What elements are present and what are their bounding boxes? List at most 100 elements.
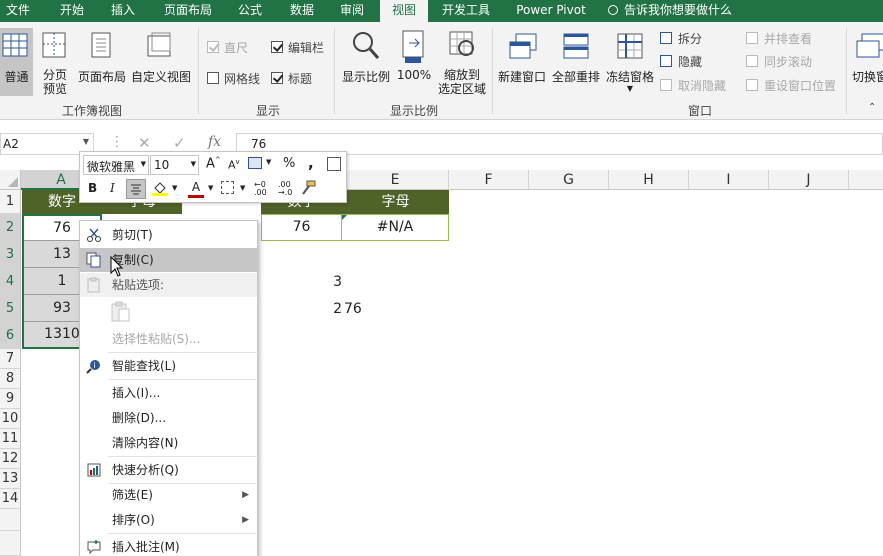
tab-formulas[interactable]: 公式 — [230, 0, 270, 22]
format-table-icon[interactable] — [327, 157, 341, 171]
menu-item-copy[interactable]: 复制(C) — [80, 248, 257, 272]
tell-me-box[interactable]: 告诉我你想要做什么 — [608, 0, 768, 22]
increase-font-icon[interactable]: A^ — [206, 156, 221, 171]
row-header-14[interactable]: 14 — [0, 489, 21, 509]
cell-d5[interactable]: 2 — [322, 299, 342, 319]
menu-item-insert[interactable]: 插入(I)... — [80, 381, 257, 405]
decrease-font-icon[interactable]: Av — [228, 158, 240, 172]
freeze-panes-button[interactable]: 冻结窗格 ▼ — [604, 28, 656, 106]
collapse-ribbon-icon[interactable]: ⌃ — [868, 102, 876, 113]
insert-function-icon[interactable]: fx — [208, 134, 221, 150]
decrease-decimal-icon[interactable]: .00 →.0 — [278, 181, 292, 197]
row-header-13[interactable]: 13 — [0, 469, 21, 489]
row-header-15[interactable] — [0, 509, 21, 531]
format-painter-icon[interactable] — [300, 180, 316, 196]
row-header-11[interactable]: 11 — [0, 429, 21, 449]
custom-views-button[interactable]: 自定义视图 — [130, 28, 192, 96]
row-header-6[interactable]: 6 — [0, 322, 21, 349]
row-header-1[interactable]: 1 — [0, 190, 21, 214]
zoom-100-button[interactable]: 100% — [396, 28, 432, 96]
row-header-2[interactable]: 2 — [0, 214, 21, 241]
select-all-corner[interactable] — [0, 170, 21, 190]
row-header-5[interactable]: 5 — [0, 295, 21, 322]
row-header-10[interactable]: 10 — [0, 409, 21, 429]
menu-item-paste-special[interactable]: 选择性粘贴(S)... — [80, 327, 257, 351]
cell-styles-icon[interactable] — [248, 157, 262, 169]
unhide-button[interactable]: 取消隐藏 — [678, 77, 726, 94]
tab-insert[interactable]: 插入 — [103, 0, 143, 22]
row-header-4[interactable]: 4 — [0, 268, 21, 295]
menu-item-sort[interactable]: 排序(O) ▶ — [80, 508, 257, 532]
column-header-k[interactable] — [849, 170, 883, 190]
cell-e1[interactable]: 字母 — [342, 190, 449, 214]
menu-item-quick-analysis[interactable]: 快速分析(Q) — [80, 458, 257, 482]
menu-item-cut[interactable]: 剪切(T) — [80, 223, 257, 247]
font-size-select[interactable]: 10 ▼ — [150, 155, 199, 175]
font-name-select[interactable]: 微软雅黑 ▼ — [83, 155, 149, 175]
side-by-side-button[interactable]: 并排查看 — [764, 30, 812, 47]
mini-toolbar: 微软雅黑 ▼ 10 ▼ A^ Av ▼ % , B I ▼ A ▼ ▼ ←0.0… — [79, 151, 347, 203]
tab-page-layout[interactable]: 页面布局 — [158, 0, 218, 22]
row-header-16[interactable] — [0, 531, 21, 556]
column-header-g[interactable]: G — [529, 170, 609, 190]
tab-view[interactable]: 视图 — [380, 0, 428, 24]
increase-decimal-icon[interactable]: ←0.00 — [254, 181, 267, 197]
comma-button[interactable]: , — [308, 154, 314, 172]
percent-button[interactable]: % — [283, 156, 295, 171]
cancel-icon[interactable]: ✕ — [138, 134, 151, 152]
reset-position-button[interactable]: 重设窗口位置 — [764, 77, 836, 94]
sync-scroll-button[interactable]: 同步滚动 — [764, 53, 812, 70]
row-header-8[interactable]: 8 — [0, 369, 21, 389]
cell-e5[interactable]: 76 — [344, 299, 374, 319]
cell-e2[interactable]: #N/A — [342, 214, 449, 241]
italic-icon[interactable]: I — [110, 181, 115, 195]
page-break-preview-button[interactable]: 分页 预览 — [37, 28, 73, 96]
borders-icon[interactable] — [221, 181, 234, 194]
tab-file[interactable]: 文件 — [0, 0, 36, 22]
column-header-h[interactable]: H — [609, 170, 689, 190]
split-button[interactable]: 拆分 — [678, 30, 702, 47]
formula-bar-checkbox[interactable] — [271, 41, 283, 53]
gridlines-label: 网格线 — [224, 72, 261, 86]
new-window-button[interactable]: 新建窗口 — [496, 28, 548, 96]
menu-item-delete[interactable]: 删除(D)... — [80, 406, 257, 430]
menu-item-filter[interactable]: 筛选(E) ▶ — [80, 483, 257, 507]
bold-icon[interactable]: B — [88, 181, 97, 195]
tab-home[interactable]: 开始 — [52, 0, 92, 22]
fill-color-button[interactable] — [152, 180, 168, 196]
chevron-down-icon[interactable]: ▼ — [83, 137, 89, 146]
hide-button[interactable]: 隐藏 — [678, 53, 702, 70]
column-header-i[interactable]: I — [689, 170, 769, 190]
zoom-to-selection-button[interactable]: 缩放到 选定区域 — [434, 28, 490, 100]
headings-checkbox[interactable] — [271, 72, 283, 84]
svg-text:i: i — [94, 361, 96, 370]
unhide-icon — [660, 79, 672, 91]
row-header-3[interactable]: 3 — [0, 241, 21, 268]
tab-developer[interactable]: 开发工具 — [436, 0, 496, 22]
cell-d2[interactable]: 76 — [261, 214, 342, 241]
switch-windows-button[interactable]: 切换窗 — [850, 28, 883, 96]
arrange-all-button[interactable]: 全部重排 — [550, 28, 602, 96]
page-layout-view-button[interactable]: 页面布局 — [76, 28, 128, 96]
enter-icon[interactable]: ✓ — [173, 134, 186, 152]
column-header-f[interactable]: F — [449, 170, 529, 190]
tab-power-pivot[interactable]: Power Pivot — [508, 0, 594, 22]
row-header-9[interactable]: 9 — [0, 389, 21, 409]
menu-item-clear-contents[interactable]: 清除内容(N) — [80, 431, 257, 455]
row-header-12[interactable]: 12 — [0, 449, 21, 469]
menu-item-smart-lookup[interactable]: i 智能查找(L) — [80, 354, 257, 378]
cell-d4[interactable]: 3 — [322, 272, 342, 292]
column-header-e[interactable]: E — [342, 170, 449, 190]
tab-data[interactable]: 数据 — [282, 0, 322, 22]
zoom-button[interactable]: 显示比例 — [340, 28, 392, 96]
font-color-icon[interactable]: A — [188, 180, 204, 198]
gridlines-checkbox[interactable] — [207, 72, 219, 84]
ruler-checkbox[interactable] — [207, 41, 219, 53]
tab-review[interactable]: 审阅 — [332, 0, 372, 22]
paste-clipboard-icon[interactable] — [110, 301, 132, 323]
center-align-button[interactable] — [126, 179, 146, 199]
row-header-7[interactable]: 7 — [0, 349, 21, 369]
menu-item-insert-comment[interactable]: 插入批注(M) — [80, 535, 257, 556]
normal-view-button[interactable]: 普通 — [0, 28, 33, 96]
column-header-j[interactable]: J — [769, 170, 849, 190]
